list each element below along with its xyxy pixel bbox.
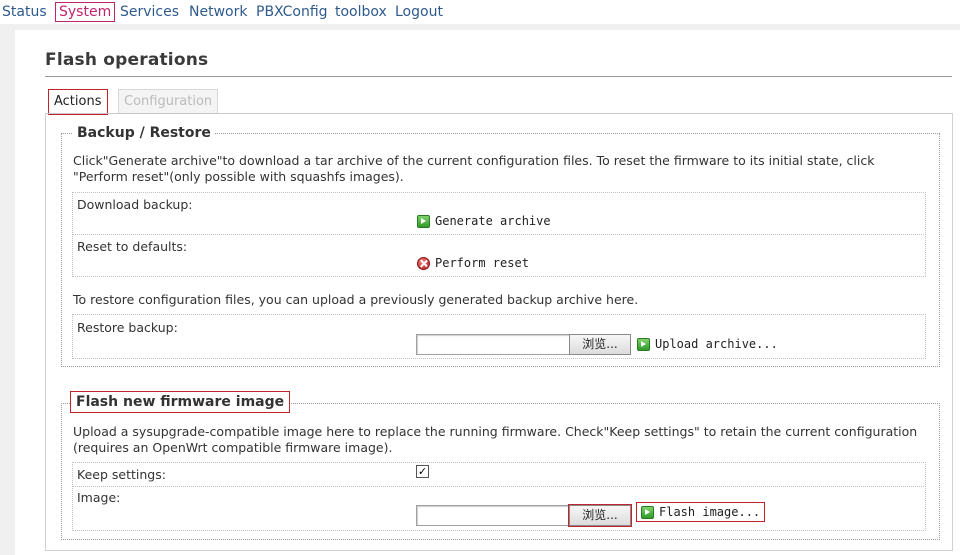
keep-settings-row	[72, 462, 926, 487]
page-title: Flash operations	[45, 50, 209, 70]
restore-backup-label: Restore backup:	[77, 320, 178, 335]
nav-pbxconfig[interactable]: PBXConfig	[256, 3, 328, 21]
generate-archive-button[interactable]: Generate archive	[417, 214, 551, 228]
generate-archive-label: Generate archive	[435, 214, 551, 228]
image-label: Image:	[77, 490, 121, 505]
nav-toolbox[interactable]: toolbox	[335, 3, 387, 21]
keep-settings-label: Keep settings:	[77, 467, 166, 482]
restore-description: To restore configuration files, you can …	[73, 292, 639, 307]
download-backup-label: Download backup:	[77, 197, 193, 212]
backup-description: Click"Generate archive"to download a tar…	[73, 153, 875, 184]
reset-label: Reset to defaults:	[77, 239, 188, 254]
tab-configuration[interactable]: Configuration	[118, 89, 219, 114]
reset-icon	[417, 256, 430, 270]
restore-browse-button[interactable]: 浏览...	[569, 334, 631, 355]
nav-system[interactable]: System	[55, 2, 116, 22]
nav-network[interactable]: Network	[189, 3, 247, 21]
backup-restore-legend: Backup / Restore	[73, 125, 215, 141]
nav-logout[interactable]: Logout	[395, 3, 443, 21]
image-browse-button[interactable]: 浏览...	[568, 504, 632, 527]
flash-image-button[interactable]: Flash image...	[636, 502, 766, 522]
restore-file-input[interactable]	[416, 334, 570, 355]
tab-actions[interactable]: Actions	[48, 89, 108, 115]
upload-archive-button[interactable]: Upload archive...	[637, 337, 778, 351]
nav-status[interactable]: Status	[2, 3, 47, 21]
perform-reset-button[interactable]: Perform reset	[417, 256, 529, 270]
flash-image-label: Flash image...	[659, 505, 761, 519]
top-navigation: Status System Services Network PBXConfig…	[0, 0, 960, 24]
title-divider	[45, 76, 952, 77]
play-icon	[637, 337, 650, 351]
perform-reset-label: Perform reset	[435, 256, 529, 270]
upload-archive-label: Upload archive...	[655, 337, 778, 351]
play-icon	[641, 505, 654, 519]
image-file-input[interactable]	[416, 505, 570, 526]
flash-description: Upload a sysupgrade-compatible image her…	[73, 424, 918, 455]
keep-settings-checkbox[interactable]: ✓	[416, 465, 429, 478]
flash-firmware-legend: Flash new firmware image	[70, 391, 291, 413]
play-icon	[417, 214, 430, 228]
nav-services[interactable]: Services	[120, 3, 179, 21]
